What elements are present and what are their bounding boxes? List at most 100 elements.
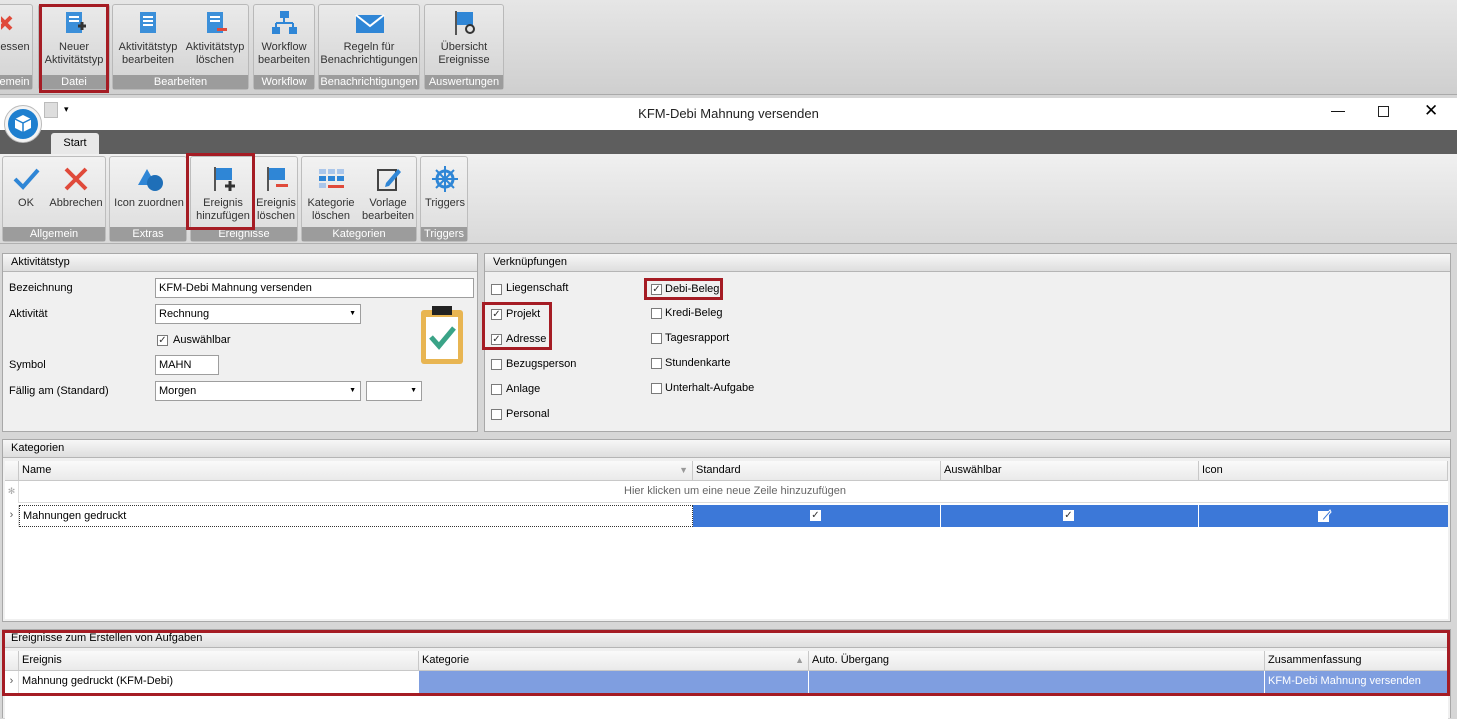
group-label: Auswertungen	[425, 75, 503, 89]
faellig-select-value: Morgen	[159, 385, 197, 397]
close-button[interactable]: essen	[0, 9, 33, 54]
notification-rules-button[interactable]: Regeln für Benachrichtigungen	[319, 9, 419, 67]
tab-strip: Start	[0, 130, 1457, 154]
top-ribbon: essen emein Neuer Aktivitätstyp Datei Ak…	[0, 0, 1457, 95]
new-document-icon	[60, 9, 88, 37]
close-x-icon	[0, 9, 29, 37]
minimize-button[interactable]: —	[1331, 102, 1345, 118]
ribbon-group-auswertungen: Übersicht Ereignisse Auswertungen	[424, 4, 504, 90]
bezeichnung-label: Bezeichnung	[9, 282, 73, 294]
personal-checkbox[interactable]	[491, 409, 502, 420]
row-indicator-header	[5, 651, 19, 671]
edit-activity-type-label: Aktivitätstyp bearbeiten	[118, 41, 178, 66]
delete-activity-type-button[interactable]: Aktivitätstyp löschen	[183, 9, 247, 67]
chevron-down-icon: ▼	[410, 387, 417, 394]
projekt-label: Projekt	[506, 308, 541, 320]
maximize-button[interactable]	[1378, 106, 1389, 117]
edit-document-icon	[134, 9, 162, 37]
column-header-auswaehlbar[interactable]: Auswählbar	[941, 461, 1199, 481]
kategorien-panel: Kategorien Name ▼ Standard Auswählbar Ico…	[2, 439, 1451, 622]
helm-icon	[431, 165, 459, 193]
delete-event-button[interactable]: Ereignis löschen	[255, 165, 297, 223]
new-row-hint[interactable]: Hier klicken um eine neue Zeile hinzuzuf…	[19, 481, 1448, 503]
aktivitaet-select-value: Rechnung	[159, 308, 210, 320]
anlage-checkbox[interactable]	[491, 384, 502, 395]
group-label: Workflow	[254, 75, 314, 89]
ribbon-group-triggers: Triggers Triggers	[420, 156, 468, 242]
add-event-button[interactable]: Ereignis hinzufügen	[193, 165, 253, 223]
delete-category-label: Kategorie löschen	[307, 197, 355, 222]
cancel-button-label: Abbrechen	[49, 197, 103, 209]
auto-uebergang-cell[interactable]	[809, 671, 1265, 693]
event-overview-label: Übersicht Ereignisse	[438, 41, 490, 66]
projekt-checkbox[interactable]: ✓	[491, 309, 502, 320]
faellig-select[interactable]: Morgen ▼	[155, 381, 361, 401]
group-label: Benachrichtigungen	[319, 75, 419, 89]
kredi-beleg-checkbox[interactable]	[651, 308, 662, 319]
tagesrapport-checkbox[interactable]	[651, 333, 662, 344]
column-header-icon[interactable]: Icon	[1199, 461, 1448, 481]
debi-beleg-checkbox[interactable]: ✓	[651, 284, 662, 295]
edit-template-button[interactable]: Vorlage bearbeiten	[360, 165, 416, 223]
adresse-checkbox[interactable]: ✓	[491, 334, 502, 345]
template-edit-icon	[374, 165, 402, 193]
column-header-ereignis[interactable]: Ereignis	[19, 651, 419, 671]
auswaehlbar-checkbox[interactable]: ✓	[157, 335, 168, 346]
bezeichnung-input[interactable]: KFM-Debi Mahnung versenden	[155, 278, 474, 298]
standard-cell[interactable]: ✓	[693, 505, 941, 527]
unterhalt-aufgabe-checkbox[interactable]	[651, 383, 662, 394]
ribbon-group-ereignisse: Ereignis hinzufügen Ereignis löschen Ere…	[190, 156, 298, 242]
column-header-auto-uebergang[interactable]: Auto. Übergang	[809, 651, 1265, 671]
panel-title: Ereignisse zum Erstellen von Aufgaben	[3, 630, 1450, 648]
check-icon	[12, 165, 40, 193]
bezugsperson-checkbox[interactable]	[491, 359, 502, 370]
faellig-unit-select[interactable]: ▼	[366, 381, 422, 401]
workflow-icon	[270, 9, 298, 37]
column-header-name-label: Name	[22, 464, 52, 476]
grid-remove-icon	[317, 165, 345, 193]
triggers-button[interactable]: Triggers	[423, 165, 467, 210]
column-header-name[interactable]: Name ▼	[19, 461, 693, 481]
group-label: Ereignisse	[191, 227, 297, 241]
verknuepfungen-panel: Verknüpfungen Liegenschaft ✓ Projekt ✓ A…	[484, 253, 1451, 432]
flag-search-icon	[450, 9, 478, 37]
chevron-down-icon: ▼	[349, 310, 356, 317]
symbol-input[interactable]: MAHN	[155, 355, 219, 375]
kategorie-cell[interactable]	[419, 671, 809, 693]
delete-category-button[interactable]: Kategorie löschen	[304, 165, 358, 223]
assign-icon-button[interactable]: Icon zuordnen	[112, 165, 186, 210]
tab-start[interactable]: Start	[51, 133, 99, 154]
ok-button[interactable]: OK	[7, 165, 45, 210]
group-label: Bearbeiten	[113, 75, 248, 89]
ribbon-group-benachrichtigungen: Regeln für Benachrichtigungen Benachrich…	[318, 4, 420, 90]
cancel-x-icon	[62, 165, 90, 193]
row-indicator-header	[5, 461, 19, 481]
edit-workflow-button[interactable]: Workflow bearbeiten	[254, 9, 314, 67]
event-overview-button[interactable]: Übersicht Ereignisse	[425, 9, 503, 67]
standard-checkbox[interactable]: ✓	[810, 510, 821, 521]
column-header-standard[interactable]: Standard	[693, 461, 941, 481]
liegenschaft-checkbox[interactable]	[491, 284, 502, 295]
window-close-button[interactable]: ✕	[1424, 101, 1438, 121]
personal-label: Personal	[506, 408, 550, 420]
stundenkarte-checkbox[interactable]	[651, 358, 662, 369]
edit-activity-type-button[interactable]: Aktivitätstyp bearbeiten	[115, 9, 181, 67]
cancel-button[interactable]: Abbrechen	[47, 165, 105, 210]
zusammenfassung-cell[interactable]: KFM-Debi Mahnung versenden	[1265, 671, 1448, 693]
edit-icon[interactable]	[1317, 509, 1332, 523]
sort-asc-icon[interactable]: ▲	[795, 651, 804, 670]
kategorie-name-cell[interactable]: Mahnungen gedruckt	[19, 505, 693, 527]
icon-cell[interactable]	[1199, 505, 1448, 527]
ereignis-cell[interactable]: Mahnung gedruckt (KFM-Debi)	[19, 671, 419, 693]
unterhalt-aufgabe-label: Unterhalt-Aufgabe	[665, 382, 755, 394]
auswaehlbar-row-checkbox[interactable]: ✓	[1063, 510, 1074, 521]
filter-icon[interactable]: ▼	[679, 461, 688, 480]
app-cube-icon	[8, 109, 38, 139]
faellig-label: Fällig am (Standard)	[9, 385, 109, 397]
column-header-kategorie[interactable]: Kategorie ▲	[419, 651, 809, 671]
aktivitaet-select[interactable]: Rechnung ▼	[155, 304, 361, 324]
auswaehlbar-cell[interactable]: ✓	[941, 505, 1199, 527]
new-activity-type-button[interactable]: Neuer Aktivitätstyp	[39, 9, 109, 67]
app-logo-button[interactable]	[4, 105, 42, 143]
column-header-zusammenfassung[interactable]: Zusammenfassung	[1265, 651, 1448, 671]
